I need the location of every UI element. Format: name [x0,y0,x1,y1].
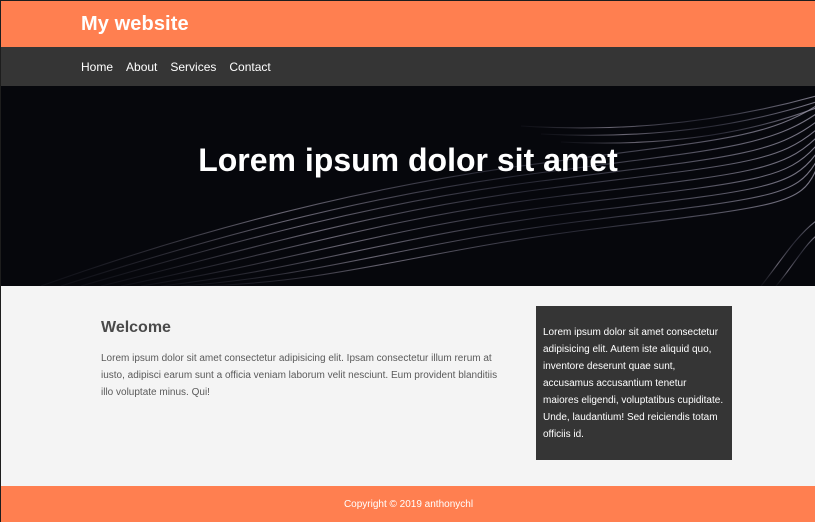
nav-link-contact[interactable]: Contact [229,60,270,74]
sidebar-text: Lorem ipsum dolor sit amet consectetur a… [543,327,724,440]
nav-link-about[interactable]: About [126,60,157,74]
copyright-text: Copyright © 2019 anthonychl [343,499,474,510]
hero-wave-background [40,95,815,286]
welcome-heading: Welcome [101,319,171,336]
welcome-text: Lorem ipsum dolor sit amet consectetur a… [101,353,498,398]
navbar: Home About Services Contact [1,47,815,86]
main-content: Welcome Lorem ipsum dolor sit amet conse… [1,286,815,486]
nav-link-services[interactable]: Services [170,60,216,74]
site-header: My website [1,1,815,47]
hero-title: Lorem ipsum dolor sit amet [198,141,618,178]
site-footer: Copyright © 2019 anthonychl [1,486,815,522]
nav-link-home[interactable]: Home [81,60,113,74]
welcome-section: Welcome Lorem ipsum dolor sit amet conse… [101,319,511,401]
sidebar-box: Lorem ipsum dolor sit amet consectetur a… [536,306,732,460]
page: My website Home About Services Contact L… [0,0,815,522]
site-title: My website [81,12,189,35]
hero-banner: Lorem ipsum dolor sit amet [1,86,815,286]
